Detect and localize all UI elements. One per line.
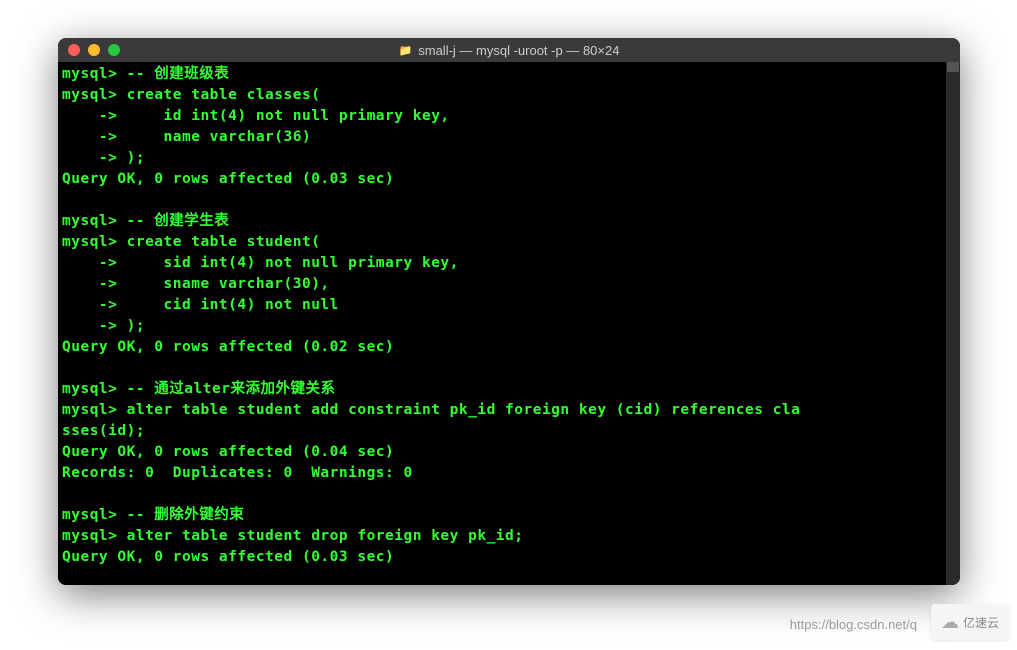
terminal-line: mysql> create table student( [62, 232, 956, 253]
terminal-line: mysql> alter table student drop foreign … [62, 526, 956, 547]
terminal-body[interactable]: mysql> -- 创建班级表mysql> create table class… [58, 62, 960, 585]
scrollbar-thumb[interactable] [947, 62, 959, 72]
close-button[interactable] [68, 44, 80, 56]
terminal-line: -> ); [62, 316, 956, 337]
watermark-url: https://blog.csdn.net/q [790, 617, 917, 632]
terminal-line: -> name varchar(36) [62, 127, 956, 148]
terminal-line: mysql> -- 创建学生表 [62, 211, 956, 232]
folder-icon: 📁 [399, 44, 413, 57]
traffic-lights [68, 44, 120, 56]
terminal-line: Query OK, 0 rows affected (0.04 sec) [62, 442, 956, 463]
terminal-line [62, 190, 956, 211]
logo-text: 亿速云 [963, 614, 999, 631]
terminal-line: -> sid int(4) not null primary key, [62, 253, 956, 274]
terminal-window: 📁 small-j — mysql -uroot -p — 80×24 mysq… [58, 38, 960, 585]
maximize-button[interactable] [108, 44, 120, 56]
terminal-line: mysql> -- 通过alter来添加外键关系 [62, 379, 956, 400]
window-title: 📁 small-j — mysql -uroot -p — 80×24 [399, 43, 620, 58]
terminal-line [62, 358, 956, 379]
title-label: small-j — mysql -uroot -p — 80×24 [418, 43, 619, 58]
terminal-line: -> id int(4) not null primary key, [62, 106, 956, 127]
terminal-line: -> cid int(4) not null [62, 295, 956, 316]
terminal-line [62, 484, 956, 505]
minimize-button[interactable] [88, 44, 100, 56]
terminal-line: Query OK, 0 rows affected (0.03 sec) [62, 169, 956, 190]
terminal-line: Query OK, 0 rows affected (0.02 sec) [62, 337, 956, 358]
terminal-line: mysql> -- 创建班级表 [62, 64, 956, 85]
terminal-line: sses(id); [62, 421, 956, 442]
cloud-icon: ☁ [941, 612, 959, 633]
scrollbar-track[interactable] [946, 62, 960, 585]
logo-badge: ☁ 亿速云 [931, 604, 1009, 640]
terminal-line: mysql> -- 删除外键约束 [62, 505, 956, 526]
titlebar: 📁 small-j — mysql -uroot -p — 80×24 [58, 38, 960, 62]
terminal-line: Query OK, 0 rows affected (0.03 sec) [62, 547, 956, 568]
terminal-line: Records: 0 Duplicates: 0 Warnings: 0 [62, 463, 956, 484]
terminal-line: -> ); [62, 148, 956, 169]
terminal-line: mysql> alter table student add constrain… [62, 400, 956, 421]
terminal-line: -> sname varchar(30), [62, 274, 956, 295]
terminal-line: mysql> create table classes( [62, 85, 956, 106]
